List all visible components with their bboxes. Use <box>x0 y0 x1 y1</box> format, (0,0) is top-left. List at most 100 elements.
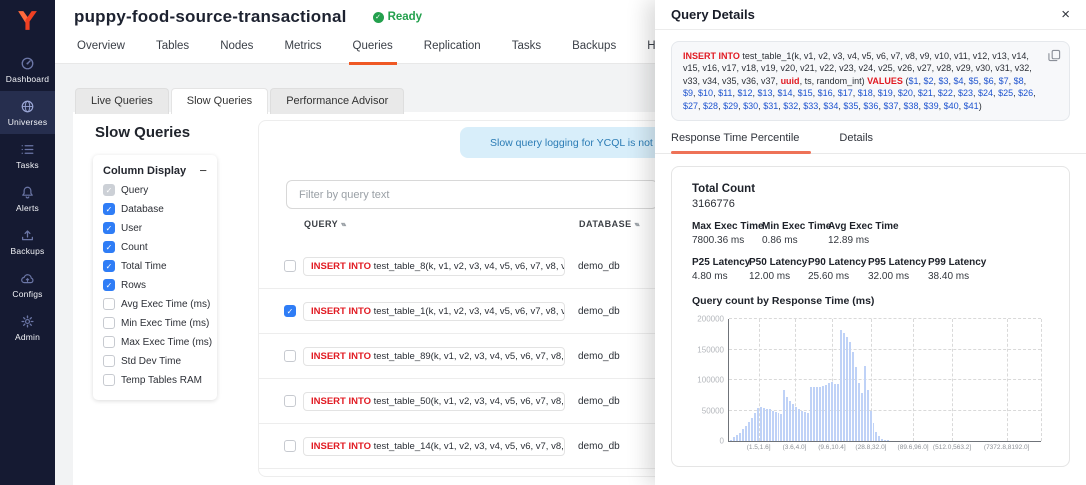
details-tab-details[interactable]: Details <box>839 132 873 153</box>
details-tab-response-time-percentile[interactable]: Response Time Percentile <box>671 132 799 153</box>
column-toggle-temp-tables-ram[interactable]: Temp Tables RAM <box>103 374 207 386</box>
tab-overview[interactable]: Overview <box>75 31 127 63</box>
histogram-bar <box>843 333 845 441</box>
row-checkbox[interactable] <box>284 395 296 407</box>
histogram-bar <box>849 342 851 441</box>
query-cell[interactable]: INSERT INTO test_table_1(k, v1, v2, v3, … <box>303 302 565 321</box>
query-text: test_table_14(k, v1, v2, v3, v4, v5, v6,… <box>371 441 565 452</box>
tab-backups[interactable]: Backups <box>570 31 618 63</box>
checkbox-rows[interactable] <box>103 279 115 291</box>
stat-min-exec-time: Min Exec Time0.86 ms <box>762 221 828 246</box>
checkbox-count[interactable] <box>103 241 115 253</box>
sidebar-item-tasks[interactable]: Tasks <box>0 134 55 177</box>
tab-tables[interactable]: Tables <box>154 31 191 63</box>
column-toggle-std-dev-time[interactable]: Std Dev Time <box>103 355 207 367</box>
tab-nodes[interactable]: Nodes <box>218 31 255 63</box>
checkbox-avg-exec-time-ms[interactable] <box>103 298 115 310</box>
checkbox-std-dev-time[interactable] <box>103 355 115 367</box>
histogram-bar <box>873 423 875 441</box>
column-toggle-database[interactable]: Database <box>103 203 207 215</box>
subtab-slow-queries[interactable]: Slow Queries <box>171 88 268 114</box>
tab-replication[interactable]: Replication <box>422 31 483 63</box>
subtab-performance-advisor[interactable]: Performance Advisor <box>270 88 404 114</box>
stat-label: P90 Latency <box>808 257 868 268</box>
query-cell[interactable]: INSERT INTO test_table_89(k, v1, v2, v3,… <box>303 347 565 366</box>
histogram-bar <box>816 387 818 441</box>
database-cell: demo_db <box>578 351 620 362</box>
alerts-icon <box>20 185 35 200</box>
histogram-bar <box>878 436 880 441</box>
column-toggle-query[interactable]: Query <box>103 184 207 196</box>
query-cell[interactable]: INSERT INTO test_table_14(k, v1, v2, v3,… <box>303 437 565 456</box>
column-toggle-label: Std Dev Time <box>121 356 181 367</box>
copy-icon[interactable] <box>1048 49 1061 62</box>
checkbox-total-time[interactable] <box>103 260 115 272</box>
sidebar-item-configs[interactable]: Configs <box>0 263 55 306</box>
sidebar: DashboardUniversesTasksAlertsBackupsConf… <box>0 0 55 485</box>
stat-value: 4.80 ms <box>692 271 749 282</box>
collapse-icon[interactable]: − <box>199 166 207 176</box>
close-icon[interactable]: × <box>1061 8 1070 22</box>
checkbox-min-exec-time-ms[interactable] <box>103 317 115 329</box>
checkbox-database[interactable] <box>103 203 115 215</box>
sort-icon[interactable]: ▾▴ <box>341 221 345 228</box>
checkbox-temp-tables-ram[interactable] <box>103 374 115 386</box>
tab-tasks[interactable]: Tasks <box>510 31 543 63</box>
x-axis-label: (9.6,10.4] <box>818 444 845 451</box>
row-checkbox[interactable] <box>284 305 296 317</box>
stat-value: 7800.36 ms <box>692 235 762 246</box>
histogram-bar <box>766 409 768 441</box>
checkbox-user[interactable] <box>103 222 115 234</box>
histogram-bar <box>730 440 732 441</box>
column-toggle-count[interactable]: Count <box>103 241 207 253</box>
checkbox-query[interactable] <box>103 184 115 196</box>
yugabyte-logo[interactable] <box>0 0 55 40</box>
column-header-label: QUERY <box>304 219 338 229</box>
row-checkbox[interactable] <box>284 260 296 272</box>
sort-icon[interactable]: ▾▴ <box>635 221 639 228</box>
column-toggle-avg-exec-time-ms[interactable]: Avg Exec Time (ms) <box>103 298 207 310</box>
stat-value: 32.00 ms <box>868 271 928 282</box>
histogram-bar <box>875 432 877 441</box>
sql-param: $13 <box>758 88 773 98</box>
dashboard-icon <box>20 56 35 71</box>
column-toggle-min-exec-time-ms[interactable]: Min Exec Time (ms) <box>103 317 207 329</box>
row-checkbox[interactable] <box>284 440 296 452</box>
checkbox-max-exec-time-ms[interactable] <box>103 336 115 348</box>
column-toggle-total-time[interactable]: Total Time <box>103 260 207 272</box>
sidebar-item-backups[interactable]: Backups <box>0 220 55 263</box>
sidebar-item-universes[interactable]: Universes <box>0 91 55 134</box>
subtab-live-queries[interactable]: Live Queries <box>75 88 169 114</box>
sql-param: $39 <box>924 101 939 111</box>
x-axis-label: (3.6,4.0] <box>783 444 807 451</box>
column-header-query[interactable]: QUERY▾▴ <box>304 219 579 229</box>
column-toggle-label: Rows <box>121 280 146 291</box>
column-toggle-rows[interactable]: Rows <box>103 279 207 291</box>
query-cell[interactable]: INSERT INTO test_table_50(k, v1, v2, v3,… <box>303 392 565 411</box>
histogram-bar <box>789 401 791 441</box>
column-toggle-label: Count <box>121 242 148 253</box>
histogram-bar <box>828 383 830 441</box>
sql-param: $20 <box>898 88 913 98</box>
query-details-panel: Query Details × INSERT INTO test_table_1… <box>655 0 1086 485</box>
column-toggle-label: Total Time <box>121 261 167 272</box>
query-filter-input[interactable] <box>286 180 658 209</box>
database-cell: demo_db <box>578 306 620 317</box>
sql-param: $30 <box>743 101 758 111</box>
stat-p95-latency: P95 Latency32.00 ms <box>868 257 928 282</box>
sidebar-item-dashboard[interactable]: Dashboard <box>0 48 55 91</box>
tab-metrics[interactable]: Metrics <box>282 31 323 63</box>
x-gridline <box>913 319 914 441</box>
sidebar-item-alerts[interactable]: Alerts <box>0 177 55 220</box>
column-header-database[interactable]: DATABASE▾▴ <box>579 219 639 229</box>
column-toggle-max-exec-time-ms[interactable]: Max Exec Time (ms) <box>103 336 207 348</box>
stat-p25-latency: P25 Latency4.80 ms <box>692 257 749 282</box>
query-cell[interactable]: INSERT INTO test_table_8(k, v1, v2, v3, … <box>303 257 565 276</box>
sidebar-item-admin[interactable]: Admin <box>0 306 55 349</box>
histogram-bar <box>745 426 747 441</box>
sql-param: $10 <box>698 88 713 98</box>
tab-queries[interactable]: Queries <box>351 31 395 63</box>
sql-param: $25 <box>998 88 1013 98</box>
row-checkbox[interactable] <box>284 350 296 362</box>
column-toggle-user[interactable]: User <box>103 222 207 234</box>
